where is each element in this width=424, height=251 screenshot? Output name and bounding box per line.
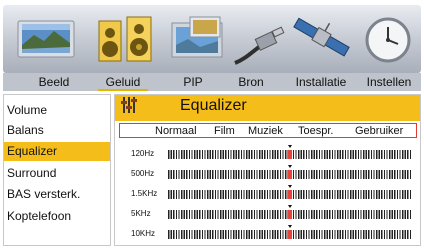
tab-geluid[interactable]: Geluid <box>98 73 148 91</box>
band-label: 500Hz <box>131 169 155 178</box>
preset-selector: Normaal Film Muziek Toespr. Gebruiker <box>119 123 417 138</box>
panel-header: Equalizer <box>115 95 420 121</box>
pip-icon[interactable] <box>168 13 228 63</box>
menu-item-surround[interactable]: Surround <box>4 164 110 183</box>
cable-plug-icon[interactable] <box>231 19 291 69</box>
band-120hz[interactable]: 120Hz <box>115 144 420 164</box>
band-label: 1.5KHz <box>131 189 158 198</box>
preset-normaal[interactable]: Normaal <box>155 124 197 137</box>
tv-menu-screen: Beeld Geluid PIP Bron Installatie Instel… <box>0 0 424 251</box>
equalizer-panel: Equalizer Normaal Film Muziek Toespr. Ge… <box>114 94 421 246</box>
tab-bron[interactable]: Bron <box>230 73 272 91</box>
band-level-marker[interactable] <box>287 150 292 159</box>
menu-item-balans[interactable]: Balans <box>4 121 110 140</box>
menu-item-bas-versterk[interactable]: BAS versterk. <box>4 185 110 204</box>
band-pointer-icon <box>287 165 292 168</box>
tv-screen-icon[interactable] <box>16 15 78 63</box>
preset-gebruiker[interactable]: Gebruiker <box>355 124 403 137</box>
preset-film[interactable]: Film <box>214 124 235 137</box>
panel-title: Equalizer <box>180 97 247 114</box>
band-level-marker[interactable] <box>287 190 292 199</box>
tab-bar: Beeld Geluid PIP Bron Installatie Instel… <box>3 73 421 91</box>
band-level-marker[interactable] <box>287 230 292 239</box>
satellite-icon[interactable] <box>290 11 352 65</box>
band-pointer-icon <box>287 145 292 148</box>
band-level-marker[interactable] <box>287 170 292 179</box>
band-10khz[interactable]: 10KHz <box>115 224 420 244</box>
menu-item-equalizer[interactable]: Equalizer <box>4 142 110 161</box>
band-label: 5KHz <box>131 209 151 218</box>
icon-strip <box>3 5 421 73</box>
speakers-icon[interactable] <box>95 11 157 69</box>
tab-instellen[interactable]: Instellen <box>358 73 420 91</box>
tab-beeld[interactable]: Beeld <box>29 73 79 91</box>
tab-pip[interactable]: PIP <box>173 73 213 91</box>
band-pointer-icon <box>287 205 292 208</box>
band-label: 120Hz <box>131 149 155 158</box>
band-500hz[interactable]: 500Hz <box>115 164 420 184</box>
preset-muziek[interactable]: Muziek <box>248 124 283 137</box>
sound-menu: Volume Balans Equalizer Surround BAS ver… <box>3 94 111 246</box>
band-pointer-icon <box>287 225 292 228</box>
menu-item-koptelefoon[interactable]: Koptelefoon <box>4 207 110 226</box>
equalizer-sliders-icon <box>121 96 137 119</box>
preset-toespr[interactable]: Toespr. <box>298 124 333 137</box>
menu-item-volume[interactable]: Volume <box>4 101 110 120</box>
band-pointer-icon <box>287 185 292 188</box>
band-level-marker[interactable] <box>287 210 292 219</box>
tab-installatie[interactable]: Installatie <box>288 73 354 91</box>
band-1-5khz[interactable]: 1.5KHz <box>115 184 420 204</box>
clock-icon[interactable] <box>363 15 413 65</box>
band-label: 10KHz <box>131 229 156 238</box>
band-5khz[interactable]: 5KHz <box>115 204 420 224</box>
